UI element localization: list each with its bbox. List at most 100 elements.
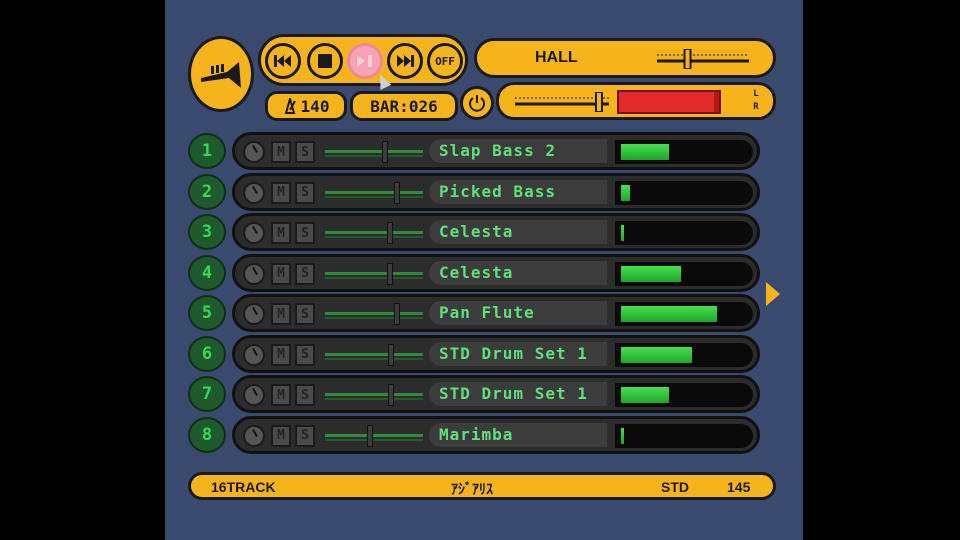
track-number[interactable]: 1 bbox=[188, 133, 226, 169]
master-volume-slider[interactable] bbox=[513, 92, 611, 112]
play-pause-icon bbox=[357, 55, 372, 67]
fader-handle[interactable] bbox=[386, 222, 393, 244]
track-row: 5 M S Pan Flute bbox=[188, 294, 768, 332]
mute-button[interactable]: M bbox=[271, 141, 291, 163]
track-row: 2 M S Picked Bass bbox=[188, 172, 768, 211]
track-level-meter bbox=[615, 221, 753, 245]
solo-button[interactable]: S bbox=[295, 222, 315, 244]
pan-knob-icon[interactable] bbox=[243, 343, 265, 366]
fader-handle[interactable] bbox=[382, 141, 389, 163]
track-level-fill bbox=[621, 265, 682, 282]
fader-handle[interactable] bbox=[394, 303, 400, 325]
stop-icon bbox=[318, 54, 332, 68]
instrument-name[interactable]: Pan Flute bbox=[429, 301, 607, 325]
instrument-name[interactable]: Celesta bbox=[429, 260, 607, 285]
master-volume-panel: L R bbox=[496, 82, 776, 120]
track-volume-fader[interactable] bbox=[325, 424, 423, 447]
pan-knob-icon[interactable] bbox=[243, 141, 265, 163]
power-button[interactable] bbox=[460, 86, 494, 120]
track-volume-fader[interactable] bbox=[325, 222, 423, 244]
fader-rail bbox=[325, 190, 423, 194]
track-row: 3 M S Celesta bbox=[188, 213, 768, 251]
instrument-name[interactable]: Marimba bbox=[429, 422, 607, 447]
fast-forward-button[interactable] bbox=[387, 43, 423, 79]
solo-button[interactable]: S bbox=[295, 262, 315, 285]
track-volume-fader[interactable] bbox=[325, 384, 423, 406]
track-level-meter bbox=[615, 423, 753, 448]
page-right-icon[interactable] bbox=[766, 282, 780, 306]
bar-counter: BAR: 026 bbox=[350, 91, 458, 121]
pan-knob-icon[interactable] bbox=[243, 384, 265, 406]
fader-handle[interactable] bbox=[386, 262, 393, 285]
mute-button[interactable]: M bbox=[271, 384, 291, 406]
fader-handle[interactable] bbox=[388, 384, 395, 406]
pan-knob-icon[interactable] bbox=[243, 181, 265, 204]
play-pause-button[interactable] bbox=[347, 43, 383, 79]
track-level-fill bbox=[621, 144, 669, 160]
pan-knob-icon[interactable] bbox=[243, 222, 265, 244]
track-volume-fader[interactable] bbox=[325, 262, 423, 285]
instrument-name[interactable]: STD Drum Set 1 bbox=[429, 382, 607, 406]
mute-button[interactable]: M bbox=[271, 262, 291, 285]
reverb-slider-handle[interactable] bbox=[683, 49, 692, 69]
pan-knob-icon[interactable] bbox=[243, 424, 265, 447]
off-button[interactable]: OFF bbox=[427, 43, 463, 79]
pan-knob-icon[interactable] bbox=[243, 262, 265, 285]
track-level-fill bbox=[621, 225, 624, 241]
rewind-button[interactable] bbox=[265, 43, 301, 79]
track-volume-fader[interactable] bbox=[325, 343, 423, 366]
reverb-slider[interactable] bbox=[655, 49, 751, 69]
transport-controls: OFF bbox=[258, 34, 468, 86]
fader-handle[interactable] bbox=[388, 343, 395, 366]
power-icon bbox=[469, 95, 485, 112]
stop-button[interactable] bbox=[307, 43, 343, 79]
instrument-select-button[interactable] bbox=[188, 36, 254, 112]
track-number[interactable]: 8 bbox=[188, 416, 226, 453]
solo-button[interactable]: S bbox=[295, 343, 315, 366]
fader-handle[interactable] bbox=[367, 424, 374, 447]
fader-rail bbox=[325, 312, 423, 315]
track-volume-fader[interactable] bbox=[325, 181, 423, 204]
track-number[interactable]: 2 bbox=[188, 173, 226, 210]
fast-forward-icon bbox=[397, 55, 414, 67]
master-volume-handle[interactable] bbox=[594, 92, 603, 112]
fader-rail-shadow bbox=[325, 317, 423, 319]
fader-handle[interactable] bbox=[394, 181, 400, 204]
solo-button[interactable]: S bbox=[295, 141, 315, 163]
track-level-fill bbox=[621, 346, 692, 363]
track-strip: M S STD Drum Set 1 bbox=[232, 334, 760, 373]
track-number[interactable]: 3 bbox=[188, 214, 226, 250]
solo-button[interactable]: S bbox=[295, 303, 315, 325]
mute-button[interactable]: M bbox=[271, 222, 291, 244]
track-number[interactable]: 6 bbox=[188, 335, 226, 372]
instrument-name[interactable]: Picked Bass bbox=[429, 179, 607, 204]
mute-button[interactable]: M bbox=[271, 424, 291, 447]
fader-rail-shadow bbox=[325, 398, 423, 400]
mute-button[interactable]: M bbox=[271, 343, 291, 366]
mute-button[interactable]: M bbox=[271, 181, 291, 204]
track-volume-fader[interactable] bbox=[325, 303, 423, 325]
track-number[interactable]: 4 bbox=[188, 254, 226, 291]
bar-value: 026 bbox=[408, 96, 438, 116]
pan-knob-icon[interactable] bbox=[243, 303, 265, 325]
track-level-fill bbox=[621, 306, 717, 322]
reverb-type-label[interactable]: HALL bbox=[535, 49, 578, 67]
solo-button[interactable]: S bbox=[295, 384, 315, 406]
program-number: 145 bbox=[727, 479, 751, 495]
track-number[interactable]: 5 bbox=[188, 295, 226, 331]
fader-rail-shadow bbox=[325, 155, 423, 157]
solo-button[interactable]: S bbox=[295, 181, 315, 204]
lr-label: L R bbox=[753, 89, 759, 112]
instrument-name[interactable]: Celesta bbox=[429, 220, 607, 244]
tempo-display[interactable]: 140 bbox=[265, 91, 347, 121]
instrument-name[interactable]: Slap Bass 2 bbox=[429, 139, 607, 163]
track-volume-fader[interactable] bbox=[325, 141, 423, 163]
reverb-panel: HALL bbox=[474, 38, 776, 78]
bar-label: BAR: bbox=[370, 96, 409, 116]
track-strip: M S Celesta bbox=[232, 253, 760, 292]
track-level-meter bbox=[615, 383, 753, 407]
solo-button[interactable]: S bbox=[295, 424, 315, 447]
instrument-name[interactable]: STD Drum Set 1 bbox=[429, 341, 607, 366]
mute-button[interactable]: M bbox=[271, 303, 291, 325]
track-number[interactable]: 7 bbox=[188, 376, 226, 412]
